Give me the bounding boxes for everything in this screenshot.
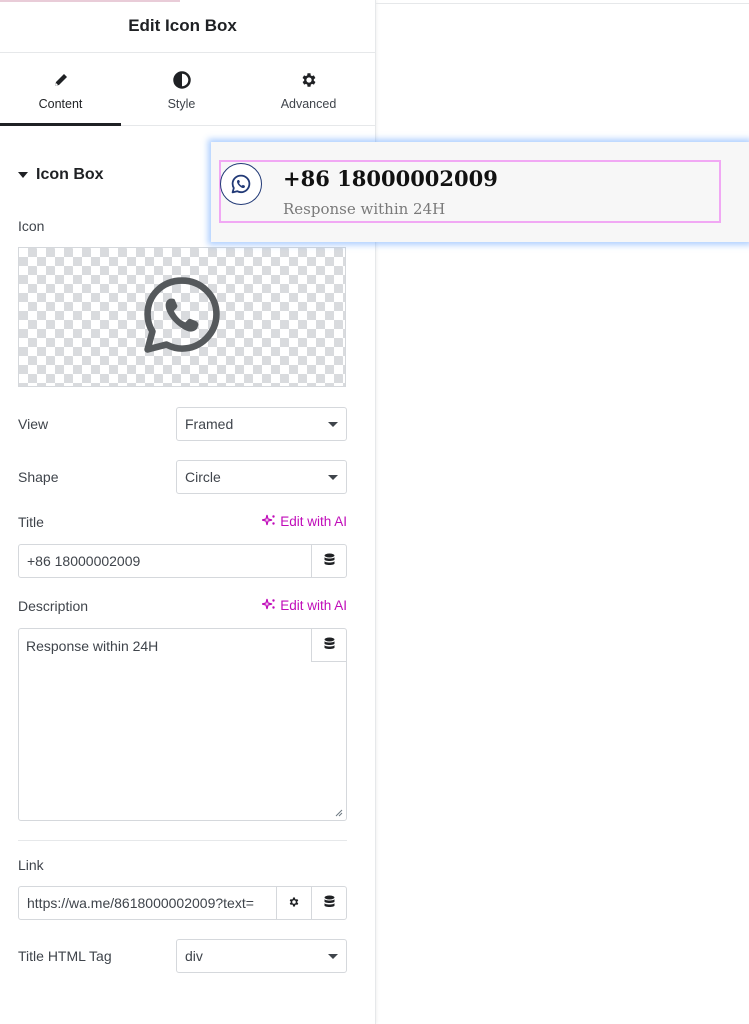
pencil-icon [53, 69, 69, 91]
tab-label: Content [38, 97, 83, 111]
title-input[interactable]: +86 18000002009 [18, 544, 347, 578]
dynamic-tags-button[interactable] [311, 629, 346, 662]
description-value: Response within 24H [26, 638, 159, 654]
view-value: Framed [185, 416, 234, 432]
chevron-down-icon [328, 474, 338, 480]
section-toggle-icon-box[interactable]: Icon Box [18, 166, 104, 184]
preview-title: +86 18000002009 [283, 166, 498, 191]
link-value: https://wa.me/8618000002009?text= [27, 895, 254, 911]
link-options-button[interactable] [276, 887, 311, 919]
edit-with-ai-label: Edit with AI [280, 598, 347, 613]
link-input[interactable]: https://wa.me/8618000002009?text= [18, 886, 347, 920]
database-icon [324, 553, 335, 569]
title-html-tag-label: Title HTML Tag [18, 948, 112, 964]
panel-header: Edit Icon Box [0, 0, 375, 53]
description-label: Description [18, 598, 89, 614]
description-textarea[interactable]: Response within 24H [18, 628, 347, 821]
tab-label: Advanced [280, 97, 337, 111]
title-value: +86 18000002009 [27, 553, 141, 569]
dynamic-tags-button[interactable] [311, 887, 346, 919]
divider [18, 840, 347, 841]
whatsapp-icon [220, 163, 262, 205]
tab-style[interactable]: Style [121, 53, 242, 125]
view-select[interactable]: Framed [176, 407, 347, 441]
title-label: Title [18, 514, 44, 530]
panel-tabs: Content Style Advanced [0, 53, 375, 126]
shape-label: Shape [18, 469, 59, 485]
gear-icon [288, 895, 300, 911]
edit-with-ai-label: Edit with AI [280, 514, 347, 529]
chevron-down-icon [328, 953, 338, 959]
resize-handle[interactable] [335, 809, 343, 817]
caret-down-icon [18, 172, 28, 178]
canvas-top-border [376, 3, 749, 4]
edit-with-ai-description-link[interactable]: Edit with AI [262, 598, 347, 613]
tab-content[interactable]: Content [0, 53, 121, 126]
view-label: View [18, 416, 49, 432]
icon-picker[interactable] [18, 247, 346, 387]
database-icon [324, 637, 335, 653]
shape-select[interactable]: Circle [176, 460, 347, 494]
shape-value: Circle [185, 469, 221, 485]
title-html-tag-value: div [185, 948, 203, 964]
dynamic-tags-button[interactable] [311, 545, 346, 577]
title-html-tag-select[interactable]: div [176, 939, 347, 973]
half-circle-icon [172, 69, 191, 91]
database-icon [324, 895, 335, 911]
gear-icon [300, 69, 318, 91]
chevron-down-icon [328, 421, 338, 427]
section-title: Icon Box [36, 166, 104, 183]
link-label: Link [18, 857, 44, 873]
icon-label: Icon [18, 218, 45, 234]
panel-title: Edit Icon Box [128, 16, 237, 35]
sparkle-icon [262, 514, 276, 529]
sparkle-icon [262, 598, 276, 613]
tab-label: Style [167, 97, 196, 111]
preview-description: Response within 24H [283, 200, 446, 218]
whatsapp-icon [141, 274, 223, 361]
edit-with-ai-title-link[interactable]: Edit with AI [262, 514, 347, 529]
tab-advanced[interactable]: Advanced [242, 53, 375, 125]
